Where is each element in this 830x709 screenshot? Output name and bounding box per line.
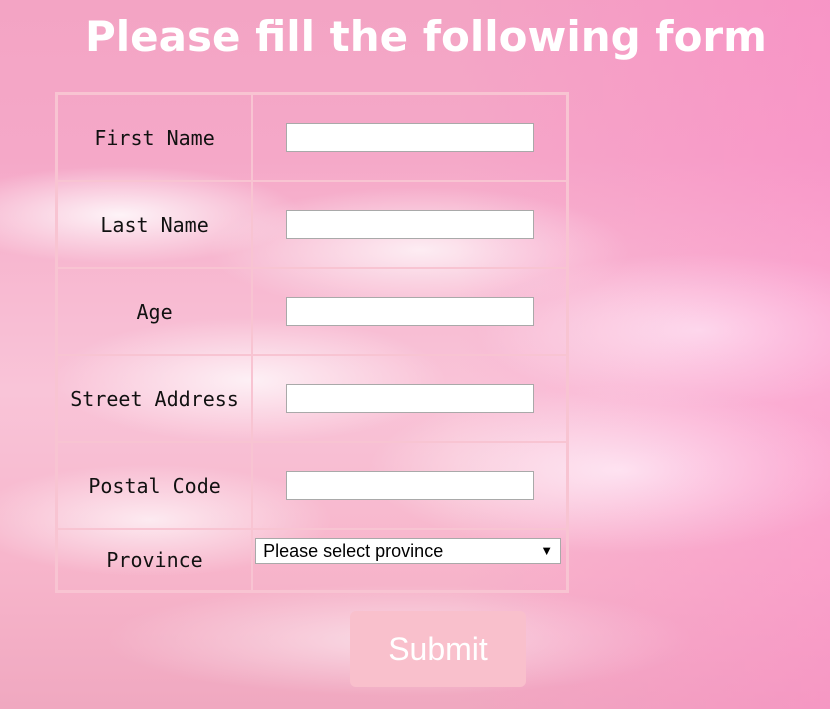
triangle-down-icon: ▼ (540, 543, 554, 558)
registration-form-table: First Name Last Name Age Street Address … (55, 92, 569, 593)
street-address-input[interactable] (285, 384, 534, 413)
form-row-province: Province Please select province ▼ (57, 529, 567, 591)
submit-button[interactable]: Submit (350, 611, 526, 687)
province-label: Province (57, 529, 253, 591)
postal-code-label: Postal Code (57, 442, 253, 529)
form-row-last-name: Last Name (57, 181, 567, 268)
form-row-street-address: Street Address (57, 355, 567, 442)
form-row-first-name: First Name (57, 94, 567, 181)
form-row-age: Age (57, 268, 567, 355)
last-name-input[interactable] (285, 210, 534, 239)
first-name-input[interactable] (285, 123, 534, 152)
last-name-label: Last Name (57, 181, 253, 268)
first-name-label: First Name (57, 94, 253, 181)
age-label: Age (57, 268, 253, 355)
page-title: Please fill the following form (85, 12, 767, 61)
form-row-postal-code: Postal Code (57, 442, 567, 529)
street-address-label: Street Address (57, 355, 253, 442)
postal-code-input[interactable] (285, 471, 534, 500)
province-select[interactable]: Please select province ▼ (255, 538, 562, 564)
province-select-value: Please select province (263, 541, 444, 561)
age-input[interactable] (285, 297, 534, 326)
